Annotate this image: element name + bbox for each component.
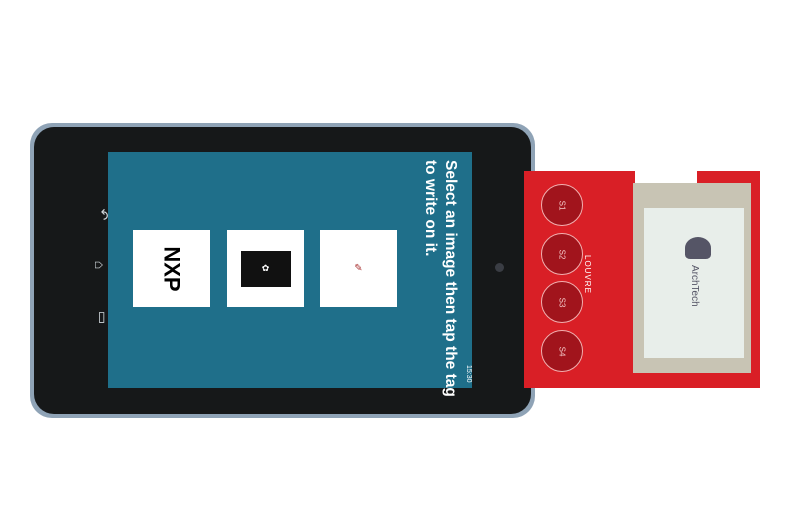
board-notch	[635, 171, 697, 183]
logo-image: ✿	[240, 250, 291, 287]
s3-label: S3	[557, 297, 567, 307]
touch-button-s3[interactable]: S3	[541, 281, 583, 323]
instruction-line-2: to write on it.	[422, 160, 439, 257]
touch-button-s4[interactable]: S4	[541, 330, 583, 372]
archtech-logo-icon	[685, 237, 711, 259]
touch-button-s2[interactable]: S2	[541, 233, 583, 275]
camera	[495, 263, 504, 272]
image-option-logo[interactable]: ✿	[227, 230, 304, 307]
image-option-nxp[interactable]: NXP	[133, 230, 210, 307]
instruction-line-1: Select an image then tap the tag	[442, 160, 459, 397]
image-option-drawing[interactable]: ✎	[320, 230, 397, 307]
status-time: 15:30	[465, 365, 472, 383]
home-icon[interactable]: ⌂	[92, 261, 108, 269]
s2-label: S2	[557, 249, 567, 259]
drawing-image: ✎	[354, 263, 363, 274]
board-brand: LOUVRE	[583, 255, 592, 294]
nxp-logo: NXP	[159, 245, 185, 292]
s1-label: S1	[557, 200, 567, 210]
s4-label: S4	[557, 346, 567, 356]
touch-button-s1[interactable]: S1	[541, 184, 583, 226]
display-text: ArchTech	[689, 265, 700, 307]
